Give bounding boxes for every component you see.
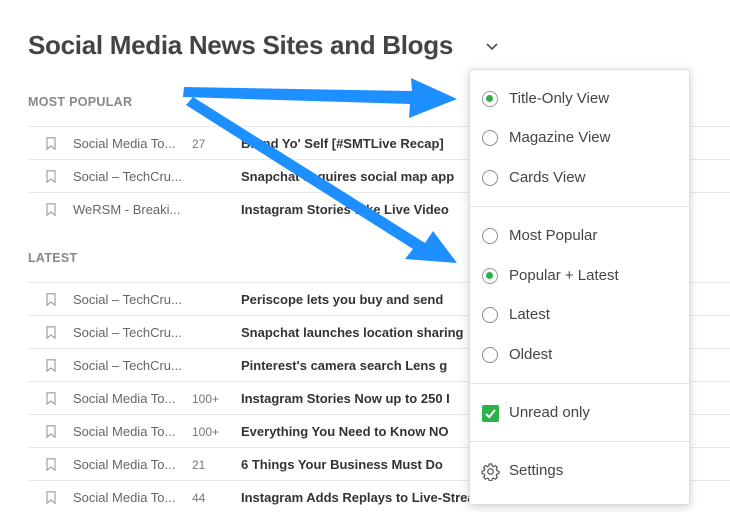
item-source: Social Media To... — [73, 490, 176, 505]
bookmark-icon[interactable] — [46, 425, 56, 438]
menu-item-label: Cards View — [509, 169, 586, 186]
menu-item-most-popular[interactable]: Most Popular — [470, 218, 689, 254]
item-title[interactable]: 6 Things Your Business Must Do — [241, 457, 443, 472]
menu-item-label: Popular + Latest — [509, 267, 619, 284]
item-engagement-count: 44 — [192, 491, 206, 505]
item-source: Social – TechCru... — [73, 358, 182, 373]
bookmark-icon[interactable] — [46, 326, 56, 339]
page-title: Social Media News Sites and Blogs — [28, 30, 454, 60]
menu-item-title-only-view[interactable]: Title-Only View — [470, 81, 689, 117]
menu-item-label: Most Popular — [509, 227, 598, 244]
item-engagement-count: 100+ — [192, 425, 220, 439]
item-source: WeRSM - Breaki... — [73, 202, 181, 217]
menu-item-label: Magazine View — [509, 129, 611, 146]
arrow-to-title-only-view — [183, 78, 457, 118]
item-title[interactable]: Snapchat acquires social map app — [241, 169, 454, 184]
menu-item-settings[interactable]: Settings — [470, 453, 689, 489]
item-source: Social Media To... — [73, 136, 176, 151]
radio-icon — [482, 170, 498, 186]
radio-icon — [482, 228, 498, 244]
chevron-down-icon[interactable] — [484, 38, 500, 54]
item-source: Social – TechCru... — [73, 169, 182, 184]
section-header-most-popular: MOST POPULAR — [28, 95, 133, 109]
item-engagement-count: 27 — [192, 137, 206, 151]
menu-item-label: Title-Only View — [509, 90, 610, 107]
menu-item-label: Unread only — [509, 404, 590, 421]
view-options-menu: Title-Only View Magazine View Cards View… — [469, 69, 690, 505]
menu-item-unread-only[interactable]: Unread only — [470, 395, 689, 431]
item-source: Social – TechCru... — [73, 325, 182, 340]
menu-item-label: Latest — [509, 306, 550, 323]
section-header-latest: LATEST — [28, 251, 78, 265]
gear-icon — [481, 463, 500, 481]
menu-divider — [470, 383, 689, 384]
menu-divider — [470, 206, 689, 207]
item-title[interactable]: Instagram Stories take Live Video — [241, 202, 449, 217]
bookmark-icon[interactable] — [46, 293, 56, 306]
radio-icon — [482, 347, 498, 363]
bookmark-icon[interactable] — [46, 392, 56, 405]
radio-icon — [482, 130, 498, 146]
item-source: Social Media To... — [73, 424, 176, 439]
item-engagement-count: 21 — [192, 458, 206, 472]
menu-divider — [470, 441, 689, 442]
menu-item-magazine-view[interactable]: Magazine View — [470, 120, 689, 156]
menu-item-oldest[interactable]: Oldest — [470, 337, 689, 373]
bookmark-icon[interactable] — [46, 458, 56, 471]
item-title[interactable]: Everything You Need to Know NO — [241, 424, 449, 439]
item-engagement-count: 100+ — [192, 392, 220, 406]
item-title[interactable]: Periscope lets you buy and send — [241, 292, 443, 307]
item-source: Social Media To... — [73, 457, 176, 472]
checkmark-icon — [485, 409, 496, 419]
radio-selected-icon — [482, 91, 498, 107]
bookmark-icon[interactable] — [46, 491, 56, 504]
menu-item-label: Settings — [509, 462, 564, 479]
radio-icon — [482, 307, 498, 323]
item-title[interactable]: Pinterest's camera search Lens g — [241, 358, 447, 373]
item-source: Social – TechCru... — [73, 292, 182, 307]
item-title[interactable]: Brand Yo' Self [#SMTLive Recap] — [241, 136, 444, 151]
menu-item-latest[interactable]: Latest — [470, 297, 689, 333]
menu-item-popular-latest[interactable]: Popular + Latest — [470, 258, 689, 294]
item-title[interactable]: Snapchat launches location sharing — [241, 325, 464, 340]
bookmark-icon[interactable] — [46, 170, 56, 183]
checkbox-checked[interactable] — [482, 405, 499, 422]
bookmark-icon[interactable] — [46, 359, 56, 372]
menu-item-cards-view[interactable]: Cards View — [470, 160, 689, 196]
menu-item-label: Oldest — [509, 346, 553, 363]
bookmark-icon[interactable] — [46, 137, 56, 150]
item-title[interactable]: Instagram Stories Now up to 250 I — [241, 391, 450, 406]
bookmark-icon[interactable] — [46, 203, 56, 216]
item-source: Social Media To... — [73, 391, 176, 406]
radio-selected-icon — [482, 268, 498, 284]
